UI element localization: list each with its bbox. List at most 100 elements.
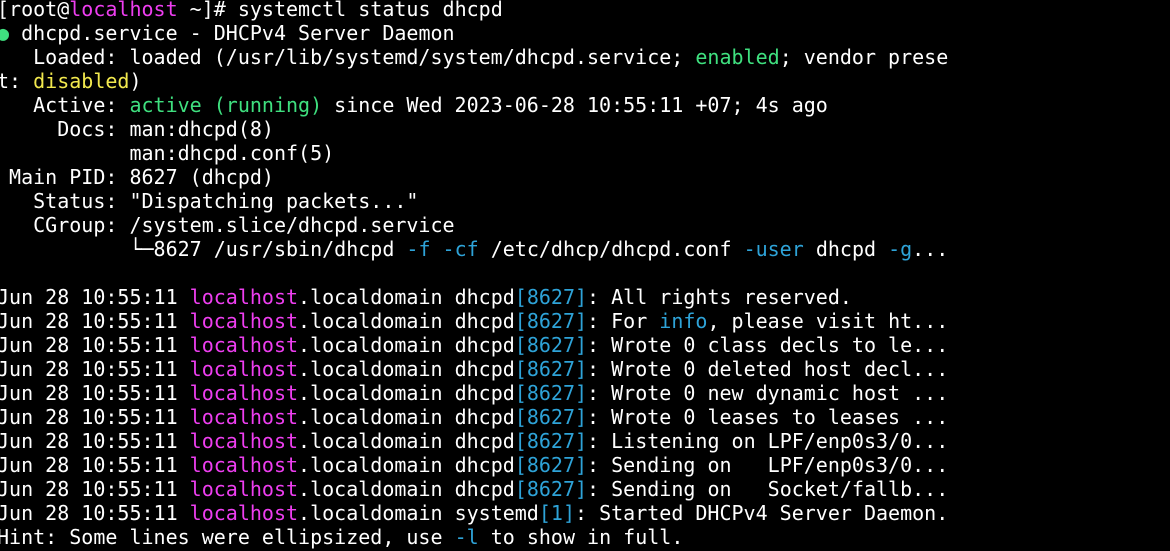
terminal-text: active (running) bbox=[129, 93, 323, 117]
terminal-text: enabled bbox=[695, 45, 780, 69]
terminal-line: man:dhcpd.conf(5) bbox=[0, 141, 1170, 165]
terminal-text: : All rights reserved. bbox=[587, 285, 852, 309]
terminal-text: Jun 28 10:55:11 bbox=[0, 405, 190, 429]
terminal-text: Hint: Some lines were ellipsized, use bbox=[0, 525, 455, 549]
terminal-text: -user bbox=[743, 237, 804, 261]
terminal-line: Hint: Some lines were ellipsized, use -l… bbox=[0, 525, 1170, 549]
terminal-text: since Wed 2023-06-28 10:55:11 +07; 4s ag… bbox=[322, 93, 828, 117]
terminal-line: CGroup: /system.slice/dhcpd.service bbox=[0, 213, 1170, 237]
terminal-line: Docs: man:dhcpd(8) bbox=[0, 117, 1170, 141]
terminal-line: Jun 28 10:55:11 localhost.localdomain dh… bbox=[0, 381, 1170, 405]
terminal-line: Active: active (running) since Wed 2023-… bbox=[0, 93, 1170, 117]
terminal-line: Loaded: loaded (/usr/lib/systemd/system/… bbox=[0, 45, 1170, 69]
terminal-text: .localdomain dhcpd bbox=[298, 357, 515, 381]
terminal-text: : Sending on LPF/enp0s3/0... bbox=[587, 453, 949, 477]
terminal-line: [root@localhost ~]# systemctl status dhc… bbox=[0, 0, 1170, 21]
terminal-text: localhost bbox=[189, 381, 299, 405]
terminal-text: : Wrote 0 leases to leases ... bbox=[587, 405, 949, 429]
terminal-text: t: bbox=[0, 69, 34, 93]
terminal-text: man:dhcpd.conf(5) bbox=[0, 141, 335, 165]
terminal-output[interactable]: [root@localhost ~]# systemctl status dhc… bbox=[0, 0, 1170, 549]
status-dot-icon: ● bbox=[0, 21, 10, 45]
terminal-text: [8627] bbox=[514, 285, 588, 309]
terminal-line: Jun 28 10:55:11 localhost.localdomain sy… bbox=[0, 501, 1170, 525]
terminal-text: localhost bbox=[189, 429, 299, 453]
terminal-text: Jun 28 10:55:11 bbox=[0, 333, 190, 357]
terminal-text: Status: "Dispatching packets..." bbox=[0, 189, 419, 213]
terminal-line: └─8627 /usr/sbin/dhcpd -f -cf /etc/dhcp/… bbox=[0, 237, 1170, 261]
terminal-text: localhost bbox=[69, 0, 178, 21]
terminal-text: .localdomain dhcpd bbox=[298, 429, 515, 453]
terminal-text: Jun 28 10:55:11 bbox=[0, 381, 190, 405]
terminal-text: [1] bbox=[538, 501, 575, 525]
terminal-text: localhost bbox=[189, 501, 299, 525]
terminal-text: .localdomain dhcpd bbox=[298, 477, 515, 501]
terminal-line: Status: "Dispatching packets..." bbox=[0, 189, 1170, 213]
terminal-text: : Started DHCPv4 Server Daemon. bbox=[574, 501, 949, 525]
terminal-text: Jun 28 10:55:11 bbox=[0, 357, 190, 381]
terminal-text: Active: bbox=[0, 93, 130, 117]
terminal-text: .localdomain dhcpd bbox=[298, 405, 515, 429]
terminal-text: localhost bbox=[189, 405, 299, 429]
terminal-text: ) bbox=[129, 69, 142, 93]
terminal-text: , please visit ht... bbox=[707, 309, 949, 333]
terminal-line: Main PID: 8627 (dhcpd) bbox=[0, 165, 1170, 189]
terminal-line: Jun 28 10:55:11 localhost.localdomain dh… bbox=[0, 429, 1170, 453]
terminal-text: disabled bbox=[33, 69, 130, 93]
terminal-text: [8627] bbox=[514, 477, 588, 501]
terminal-text: localhost bbox=[189, 333, 299, 357]
terminal-text: info bbox=[659, 309, 708, 333]
terminal-text: : Listening on LPF/enp0s3/0... bbox=[587, 429, 949, 453]
terminal-text: Main PID: 8627 (dhcpd) bbox=[0, 165, 274, 189]
terminal-text: .localdomain dhcpd bbox=[298, 381, 515, 405]
terminal-line: Jun 28 10:55:11 localhost.localdomain dh… bbox=[0, 357, 1170, 381]
terminal-text: CGroup: /system.slice/dhcpd.service bbox=[0, 213, 455, 237]
terminal-text: [8627] bbox=[514, 405, 588, 429]
terminal-text: : For bbox=[587, 309, 660, 333]
terminal-text: └─8627 /usr/sbin/dhcpd bbox=[0, 237, 407, 261]
terminal-line: Jun 28 10:55:11 localhost.localdomain dh… bbox=[0, 453, 1170, 477]
terminal-text: -l bbox=[454, 525, 479, 549]
terminal-line: Jun 28 10:55:11 localhost.localdomain dh… bbox=[0, 477, 1170, 501]
terminal-text: -g bbox=[888, 237, 913, 261]
terminal-text: : Sending on Socket/fallb... bbox=[587, 477, 949, 501]
terminal-text: [8627] bbox=[514, 309, 588, 333]
terminal-text: : Wrote 0 new dynamic host ... bbox=[587, 381, 949, 405]
terminal-text: Jun 28 10:55:11 bbox=[0, 477, 190, 501]
terminal-text: [8627] bbox=[514, 333, 588, 357]
terminal-text: -f -cf bbox=[406, 237, 479, 261]
terminal-line: ● dhcpd.service - DHCPv4 Server Daemon bbox=[0, 21, 1170, 45]
terminal-text: .localdomain dhcpd bbox=[298, 309, 515, 333]
terminal-text: Jun 28 10:55:11 bbox=[0, 429, 190, 453]
terminal-text: Jun 28 10:55:11 bbox=[0, 501, 190, 525]
terminal-text: .localdomain dhcpd bbox=[298, 333, 515, 357]
terminal-text: Jun 28 10:55:11 bbox=[0, 453, 190, 477]
terminal-text: Docs: man:dhcpd(8) bbox=[0, 117, 274, 141]
terminal-text: [root@ bbox=[0, 0, 70, 21]
terminal-text: Jun 28 10:55:11 bbox=[0, 309, 190, 333]
terminal-text: localhost bbox=[189, 285, 299, 309]
terminal-text: : Wrote 0 deleted host decl... bbox=[587, 357, 949, 381]
terminal-text: [8627] bbox=[514, 429, 588, 453]
terminal-text: ; vendor prese bbox=[779, 45, 949, 69]
terminal-line: Jun 28 10:55:11 localhost.localdomain dh… bbox=[0, 405, 1170, 429]
terminal-text: ... bbox=[912, 237, 949, 261]
terminal-text: localhost bbox=[189, 453, 299, 477]
terminal-text: dhcpd bbox=[803, 237, 889, 261]
terminal-text: .localdomain dhcpd bbox=[298, 285, 515, 309]
terminal-text: ~]# systemctl status dhcpd bbox=[177, 0, 503, 21]
terminal-line: t: disabled) bbox=[0, 69, 1170, 93]
terminal-text: dhcpd.service - DHCPv4 Server Daemon bbox=[9, 21, 455, 45]
terminal-text: Loaded: loaded (/usr/lib/systemd/system/… bbox=[0, 45, 696, 69]
terminal-text: to show in full. bbox=[478, 525, 684, 549]
terminal-text: localhost bbox=[189, 357, 299, 381]
terminal-line: Jun 28 10:55:11 localhost.localdomain dh… bbox=[0, 285, 1170, 309]
terminal-text: [8627] bbox=[514, 357, 588, 381]
terminal-text: .localdomain systemd bbox=[298, 501, 539, 525]
terminal-text: localhost bbox=[189, 477, 299, 501]
terminal-text: [8627] bbox=[514, 381, 588, 405]
terminal-text: /etc/dhcp/dhcpd.conf bbox=[478, 237, 744, 261]
terminal-text: Jun 28 10:55:11 bbox=[0, 285, 190, 309]
terminal-text: : Wrote 0 class decls to le... bbox=[587, 333, 949, 357]
